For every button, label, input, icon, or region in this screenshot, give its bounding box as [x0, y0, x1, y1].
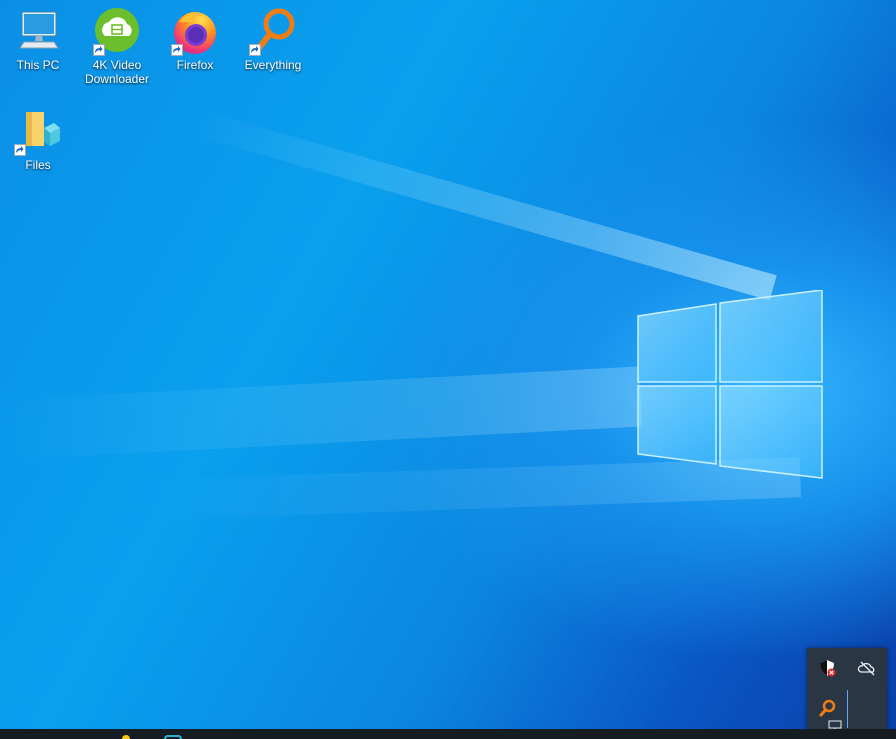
icon-label: Firefox — [176, 58, 214, 72]
desktop-icon-files[interactable]: Files — [2, 108, 74, 172]
shortcut-arrow-icon — [171, 44, 183, 56]
icon-label: 4K Video Downloader — [84, 58, 150, 86]
taskbar-app-icon[interactable] — [122, 735, 130, 739]
computer-icon — [19, 11, 59, 49]
tray-focus-indicator — [847, 690, 848, 728]
onedrive-offline-icon — [857, 661, 875, 676]
light-beam — [192, 110, 777, 301]
everything-tray-icon — [819, 699, 836, 717]
tray-item-onedrive[interactable] — [853, 654, 881, 682]
tray-item-everything[interactable] — [813, 694, 841, 722]
shortcut-arrow-icon — [93, 44, 105, 56]
icon-label: Files — [25, 158, 51, 172]
icon-label: Everything — [244, 58, 302, 72]
desktop-icon-4k-video-downloader[interactable]: 4K Video Downloader — [81, 8, 153, 86]
desktop-icon-this-pc[interactable]: This PC — [2, 8, 74, 72]
shortcut-arrow-icon — [249, 44, 261, 56]
tray-item-security[interactable] — [813, 654, 841, 682]
light-beam — [0, 366, 643, 460]
desktop-wallpaper[interactable]: This PC 4K Video Downloader Firefox Ever… — [0, 0, 896, 739]
tray-overflow-popup — [807, 648, 887, 732]
taskbar[interactable] — [0, 729, 896, 739]
desktop-icon-firefox[interactable]: Firefox — [159, 8, 231, 72]
shortcut-arrow-icon — [14, 144, 26, 156]
windows-logo — [637, 290, 823, 479]
security-shield-icon — [820, 660, 836, 677]
icon-label: This PC — [16, 58, 60, 72]
desktop-icon-everything[interactable]: Everything — [237, 8, 309, 72]
taskbar-app-icon[interactable] — [164, 735, 182, 739]
